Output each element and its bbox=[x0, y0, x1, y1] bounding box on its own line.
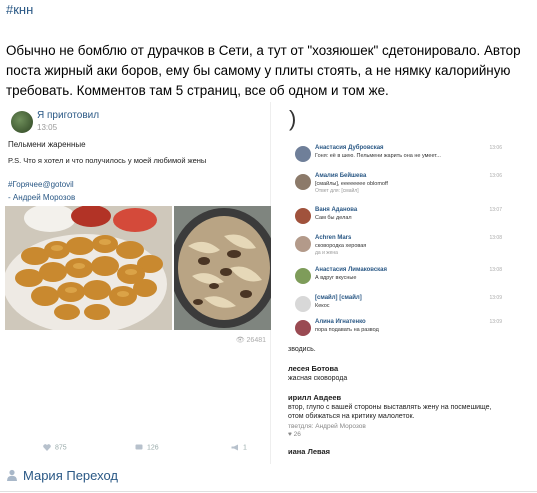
comment-author: Алина Игнатенко bbox=[315, 319, 366, 325]
comment-item: Анастасия Дубровская Гоня: её в шею. Пел… bbox=[292, 144, 502, 174]
comment-item: Ваня Аданова Сам бы делал 13:07 bbox=[292, 206, 502, 236]
post-text: Обычно не бомблю от дурачков в Сети, а т… bbox=[6, 43, 521, 98]
post-tag: #Горячее@gotovil bbox=[8, 180, 74, 189]
cut-bracket: ) bbox=[289, 106, 297, 131]
group-name: Я приготовил bbox=[37, 110, 100, 121]
comment-text: сковородка херовая bbox=[315, 243, 367, 249]
comment-reply-to: тветдля: Андрей Морозов bbox=[288, 423, 366, 430]
comment-item: Анастасия Лимаковская А вдруг вкусные 13… bbox=[292, 266, 502, 296]
avatar bbox=[295, 320, 311, 336]
comment-text: втор, глупо с вашей стороны выставлять ж… bbox=[288, 404, 492, 411]
cut-text: зводись. bbox=[288, 346, 316, 353]
post-signature: - Андрей Морозов bbox=[8, 193, 76, 202]
comment-text: А вдруг вкусные bbox=[315, 275, 357, 281]
post-title: Пельмени жаренные bbox=[8, 140, 86, 149]
eye-icon: 👁 bbox=[235, 337, 245, 344]
comment-reply-to: да и жена bbox=[315, 250, 338, 256]
hashtag-link[interactable]: #кнн bbox=[6, 2, 33, 17]
comment-author: иана Левая bbox=[288, 447, 331, 456]
comment-item: Алина Игнатенко пора подавать на развод … bbox=[292, 318, 502, 348]
comment-author: лесея Ботова bbox=[288, 364, 339, 373]
comment-reply-to: Ответ для: [смайл] bbox=[315, 188, 359, 194]
post-author-link[interactable]: Мария Переход bbox=[6, 468, 118, 483]
divider bbox=[0, 491, 537, 492]
comment-date: 13:09 bbox=[489, 295, 502, 301]
comment-icon bbox=[135, 444, 143, 450]
comment-text: [смайлы], ееееееее oblomoff bbox=[315, 181, 388, 187]
comment-text: Гоня: её в шею. Пельмени жарить она не у… bbox=[315, 153, 441, 159]
avatar bbox=[295, 236, 311, 252]
photo-fried-dumplings bbox=[5, 206, 172, 330]
heart-icon bbox=[43, 444, 51, 451]
comment-date: 13:08 bbox=[489, 235, 502, 241]
views-value: 26481 bbox=[246, 337, 266, 344]
comment-text: жасная сковорода bbox=[288, 375, 348, 382]
reposts-count: 1 bbox=[242, 444, 247, 452]
views-count: 👁 26481 bbox=[236, 336, 266, 344]
likes-count: 875 bbox=[54, 444, 67, 452]
like-action[interactable]: 875 bbox=[43, 444, 67, 451]
avatar bbox=[295, 174, 311, 190]
user-icon bbox=[7, 469, 17, 481]
screenshot-post: Я приготовил 13:05 Пельмени жаренные P.S… bbox=[5, 102, 271, 464]
post-ps: P.S. Что я хотел и что получилось у моей… bbox=[8, 156, 207, 165]
comment-author: Achren Mars bbox=[315, 235, 352, 241]
comment-text: Кекос bbox=[315, 303, 330, 309]
avatar bbox=[295, 296, 311, 312]
avatar bbox=[295, 146, 311, 162]
comment-author: Анастасия Дубровская bbox=[315, 145, 384, 151]
comment-text: пора подавать на развод bbox=[315, 327, 379, 333]
comment-author: Анастасия Лимаковская bbox=[315, 267, 387, 273]
comment-author: Амалия Бейшева bbox=[315, 173, 367, 179]
megaphone-icon bbox=[231, 444, 238, 451]
comment-date: 13:09 bbox=[489, 319, 502, 325]
comment-item: Амалия Бейшева [смайлы], ееееееее oblomo… bbox=[292, 172, 502, 202]
comment-author: Ваня Аданова bbox=[315, 207, 358, 213]
photo-frying-pan bbox=[174, 206, 271, 330]
likes-value: 26 bbox=[293, 431, 301, 438]
post-actions: 875 126 1 bbox=[5, 442, 271, 458]
comment-author: [смайл] [смайл] bbox=[315, 295, 362, 301]
comment-likes: ♥ 26 bbox=[288, 431, 301, 438]
comment-date: 13:07 bbox=[489, 207, 502, 213]
comment-text: отом обижаться на критику малолеток. bbox=[288, 413, 415, 420]
repost-action[interactable]: 1 bbox=[231, 444, 247, 451]
screenshot-comments: ) Анастасия Дубровская Гоня: её в шею. П… bbox=[272, 102, 510, 457]
avatar bbox=[295, 208, 311, 224]
avatar bbox=[295, 268, 311, 284]
comment-date: 13:08 bbox=[489, 267, 502, 273]
comment-author: ирилл Авдеев bbox=[288, 393, 342, 402]
comment-date: 13:06 bbox=[489, 173, 502, 179]
comment-item: Achren Mars сковородка херовая да и жена… bbox=[292, 234, 502, 264]
comment-action[interactable]: 126 bbox=[135, 444, 159, 451]
comments-count: 126 bbox=[146, 444, 159, 452]
post-time: 13:05 bbox=[37, 123, 58, 132]
comment-date: 13:06 bbox=[489, 145, 502, 151]
author-name: Мария Переход bbox=[23, 468, 118, 483]
comment-text: Сам бы делал bbox=[315, 215, 352, 221]
group-avatar bbox=[11, 111, 33, 133]
